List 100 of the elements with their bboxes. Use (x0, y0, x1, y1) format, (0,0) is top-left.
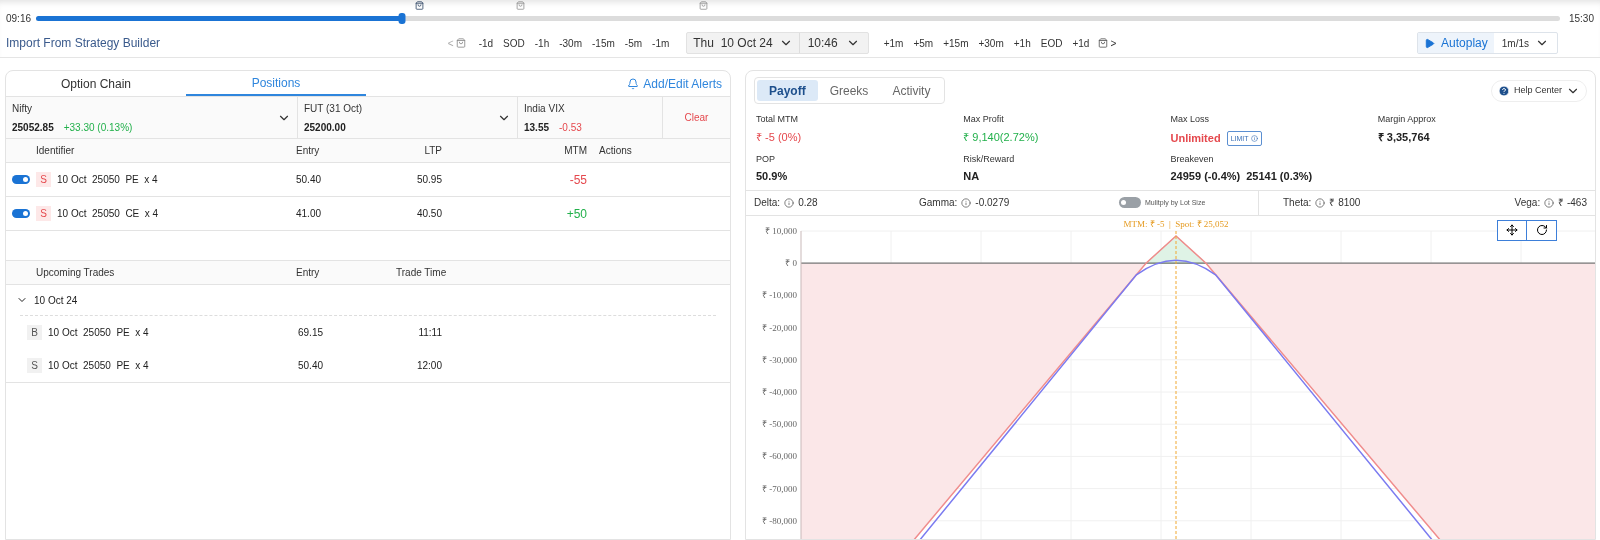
clear-button[interactable]: Clear (663, 97, 730, 138)
entry-cell-text: 41.00 (296, 207, 323, 221)
import-link[interactable]: Import From Strategy Builder (6, 34, 161, 52)
step-back-button[interactable]: -1m (647, 35, 675, 51)
greek-value: ₹ 8100 (1329, 196, 1361, 211)
greek-value: ₹ -463 (1558, 196, 1587, 211)
info-icon[interactable] (961, 197, 972, 208)
ltp-cell-text: 50.95 (415, 173, 442, 187)
greek-label: Delta: (754, 196, 781, 211)
date-group-toggle[interactable]: 10 Oct 24 (6, 285, 78, 315)
rotate-icon (1535, 224, 1548, 237)
bell-icon (627, 77, 640, 90)
quote-value: 25052.85 (12, 120, 54, 135)
stat-label: Breakeven (1170, 152, 1215, 166)
info-icon[interactable] (1315, 197, 1326, 208)
column-header: Entry (296, 144, 321, 158)
step-back-button[interactable]: -15m (587, 35, 620, 51)
trade-time-cell-text: 11:11 (417, 326, 442, 340)
stat-value: ₹ 3,35,764 (1377, 130, 1430, 144)
quote-value: 13.55 (524, 120, 550, 135)
column-header: Entry (296, 266, 321, 280)
y-axis-label: ₹ 10,000 (765, 225, 797, 236)
step-back-button[interactable]: -30m (554, 35, 587, 51)
chart-tab[interactable]: Greeks (817, 80, 881, 101)
step-back-button[interactable]: -1h (529, 35, 555, 51)
step-forward-button[interactable]: +1d (1067, 35, 1095, 51)
side-tag: S (27, 358, 42, 373)
end-time: 15:30 (1568, 11, 1594, 26)
side-tag: S (36, 206, 51, 221)
position-toggle[interactable] (12, 209, 30, 218)
move-icon (1506, 224, 1518, 237)
quote-selector[interactable]: FUT (31 Oct) 25200.00 (298, 97, 518, 138)
stat-label: Risk/Reward (963, 152, 1016, 166)
alerts-link[interactable]: Add/Edit Alerts (627, 71, 730, 96)
info-icon[interactable] (1544, 197, 1555, 208)
quote-selector[interactable]: Nifty 25052.85 +33.30 (0.13%) (6, 97, 298, 138)
position-toggle[interactable] (12, 175, 30, 184)
bag-icon[interactable] (1098, 38, 1109, 48)
y-axis-label: ₹ -50,000 (762, 419, 797, 430)
stat-value: 50.9% (756, 170, 788, 183)
step-forward-button[interactable]: EOD (1035, 35, 1068, 51)
quote-selector[interactable]: India VIX 13.55 -0.53 (518, 97, 663, 138)
y-axis-label: ₹ -60,000 (762, 451, 797, 462)
y-axis-label: ₹ -20,000 (762, 322, 797, 333)
bag-icon[interactable] (415, 0, 425, 10)
quote-name: FUT (31 Oct) (304, 101, 364, 116)
quote-value: 25200.00 (304, 120, 346, 135)
play-icon (1424, 37, 1436, 49)
position-identifier: 10 Oct 25050 CE x 4 (57, 207, 159, 221)
spot-marker-label: MTM: ₹ -5 | Spot: ₹ 25,052 (1123, 218, 1229, 229)
stat-label: POP (756, 152, 776, 166)
step-forward-button[interactable]: +5m (908, 35, 939, 51)
stat-value: 24959 (-0.4%) (1170, 170, 1241, 183)
quote-name: India VIX (524, 101, 566, 116)
entry-cell-text: 50.40 (297, 359, 325, 373)
mtm-cell-text: +50 (565, 205, 587, 223)
chart-tab[interactable]: Activity (880, 80, 943, 101)
column-header: Actions (598, 144, 633, 158)
y-axis-label: ₹ -80,000 (762, 515, 797, 526)
date-picker[interactable]: Thu 10 Oct 24 (687, 33, 800, 53)
entry-cell-text: 69.15 (297, 326, 325, 340)
step-forward-button[interactable]: +1h (1008, 35, 1036, 51)
timeline-track[interactable] (36, 15, 1560, 21)
timeline-thumb[interactable] (398, 12, 406, 24)
profit-area (1145, 235, 1207, 264)
help-icon (1497, 84, 1510, 97)
stat-value: 25141 (0.3%) (1246, 170, 1313, 183)
column-header: LTP (423, 144, 442, 158)
bag-icon[interactable] (455, 38, 466, 48)
entry-cell-text: 50.40 (296, 173, 323, 187)
trade-time-cell-text: 12:00 (415, 359, 442, 373)
step-forward-button[interactable]: +1m (878, 35, 909, 51)
step-back-button[interactable]: -1d (473, 35, 499, 51)
step-forward-button[interactable]: +15m (938, 35, 974, 51)
greek-value: -0.0279 (975, 196, 1010, 211)
lot-size-toggle[interactable] (1119, 197, 1141, 209)
quote-change: -0.53 (559, 120, 582, 135)
chart-tab[interactable]: Payoff (757, 80, 818, 101)
speed-dropdown[interactable]: 1m/1s (1493, 33, 1557, 53)
mtm-cell-text: -55 (568, 171, 587, 189)
next-marker[interactable]: > (1110, 35, 1117, 51)
panel-tab[interactable]: Option Chain (6, 71, 186, 96)
y-axis-label: ₹ -10,000 (762, 290, 797, 301)
greek-label: Vega: (1514, 196, 1541, 211)
step-forward-button[interactable]: +30m (973, 35, 1009, 51)
info-icon[interactable] (784, 197, 795, 208)
greek-label: Theta: (1283, 196, 1312, 211)
column-header: MTM (563, 144, 587, 158)
trade-identifier: 10 Oct 25050 PE x 4 (48, 359, 149, 373)
step-back-button[interactable]: SOD (498, 35, 530, 51)
y-axis-label: ₹ -40,000 (762, 386, 797, 397)
step-back-button[interactable]: -5m (619, 35, 648, 51)
column-header: Identifier (35, 144, 76, 158)
ltp-cell-text: 40.50 (415, 207, 442, 221)
y-axis-label: ₹ -70,000 (762, 483, 797, 494)
side-tag: S (36, 172, 51, 187)
info-icon (1250, 134, 1258, 142)
greek-label: Gamma: (919, 196, 958, 211)
time-picker[interactable]: 10:46 (799, 33, 868, 53)
autoplay-button[interactable]: Autoplay (1418, 33, 1494, 53)
